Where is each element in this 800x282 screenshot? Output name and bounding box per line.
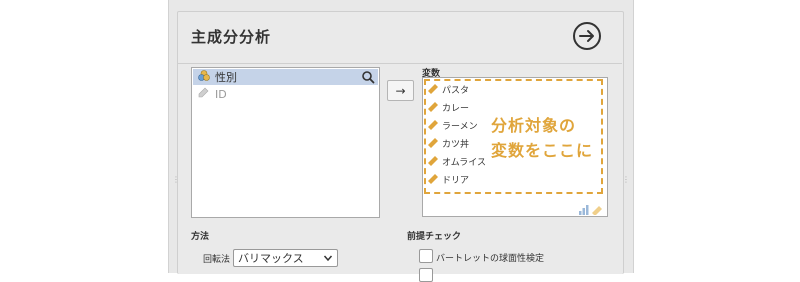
rotation-select-value: バリマックス: [238, 252, 304, 265]
rotation-label: 回転法: [203, 255, 231, 265]
list-item[interactable]: パスタ: [427, 82, 469, 97]
assumption-checks-section-label: 前提チェック: [407, 232, 462, 242]
right-resize-handle[interactable]: ⋮: [622, 176, 630, 184]
list-item[interactable]: オムライス: [427, 154, 486, 169]
left-resize-handle[interactable]: ⋮: [172, 176, 180, 184]
arrow-circle-right-icon[interactable]: [572, 21, 602, 51]
drop-hint: 分析対象の 変数をここに: [491, 113, 603, 163]
rotation-select[interactable]: バリマックス: [233, 249, 338, 267]
continuous-variable-icon: [427, 82, 439, 97]
drop-hint-line: 変数をここに: [491, 141, 594, 160]
list-item-label: ID: [215, 87, 227, 101]
analysis-title: 主成分分析: [191, 28, 272, 46]
list-item[interactable]: カレー: [427, 100, 469, 115]
bartlett-test-label: バートレットの球面性検定: [436, 254, 545, 264]
source-variable-list[interactable]: 性別 ID: [191, 67, 380, 218]
continuous-variable-icon: [427, 154, 439, 169]
drop-hint-line: 分析対象の: [491, 116, 577, 135]
header-divider: [178, 63, 622, 64]
nominal-variable-icon: [198, 70, 210, 84]
search-icon[interactable]: [361, 70, 375, 84]
continuous-variable-icon: [427, 100, 439, 115]
list-item-label: 性別: [215, 71, 237, 84]
list-item-label: ドリア: [442, 176, 470, 186]
list-item[interactable]: ドリア: [427, 172, 469, 187]
list-item[interactable]: 性別: [193, 69, 378, 85]
list-item-label: ラーメン: [442, 122, 478, 132]
continuous-variable-icon: [427, 118, 439, 133]
list-item-label: カツ丼: [442, 140, 470, 150]
continuous-variable-icon: [427, 136, 439, 151]
list-item-label: カレー: [442, 104, 470, 114]
id-variable-icon: [198, 87, 210, 101]
list-item[interactable]: ID: [193, 86, 378, 102]
list-item-label: パスタ: [442, 86, 470, 96]
variable-types-icon: [578, 200, 604, 216]
list-item[interactable]: ラーメン: [427, 118, 478, 133]
bartlett-test-checkbox[interactable]: [419, 249, 433, 263]
next-checkbox[interactable]: [419, 268, 433, 282]
list-item[interactable]: カツ丼: [427, 136, 469, 151]
list-item-label: オムライス: [442, 158, 487, 168]
move-to-variables-button[interactable]: →: [387, 80, 414, 101]
continuous-variable-icon: [427, 172, 439, 187]
method-section-label: 方法: [191, 232, 210, 242]
chevron-down-icon: [323, 252, 333, 267]
